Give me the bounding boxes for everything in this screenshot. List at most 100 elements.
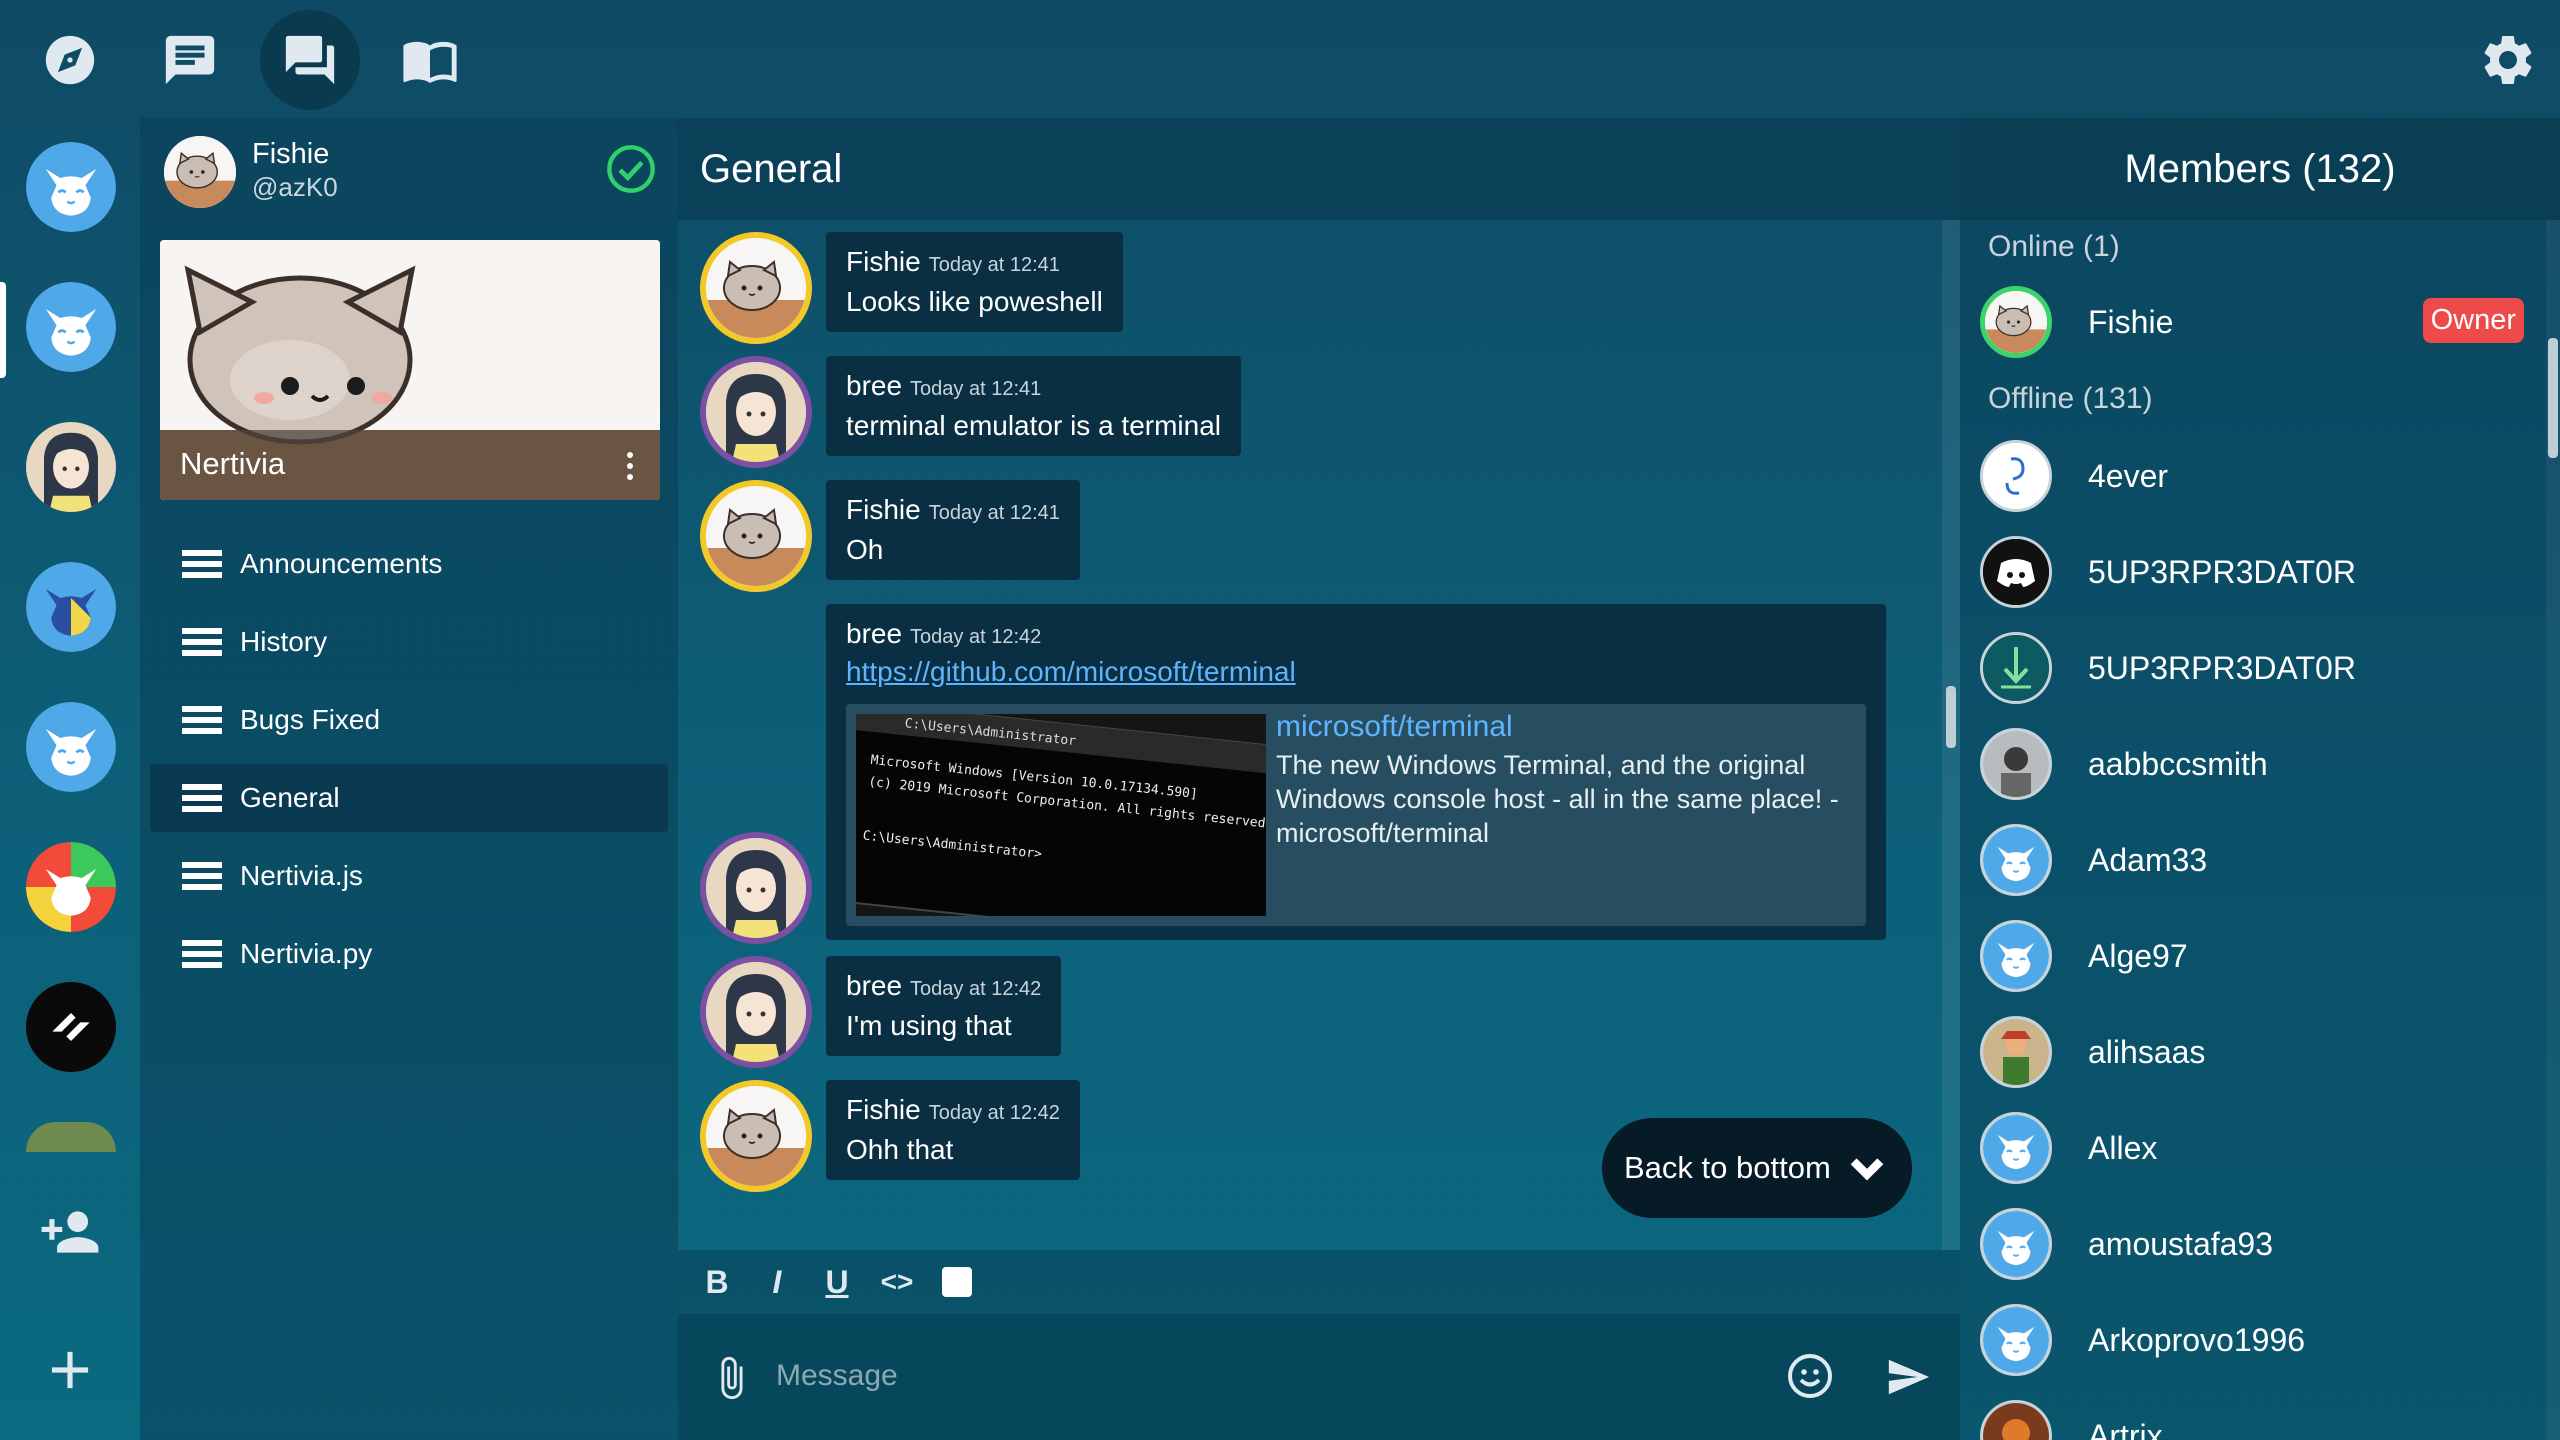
chat-header: General — [678, 118, 1960, 220]
avatar — [1980, 1112, 2052, 1184]
underline-button[interactable]: U — [818, 1263, 856, 1301]
nertivia-cat-icon — [1983, 1211, 2049, 1277]
message-author[interactable]: bree — [846, 970, 902, 1001]
servers-button[interactable] — [260, 10, 360, 110]
add-friend-button[interactable] — [30, 1192, 110, 1272]
explore-button[interactable] — [20, 10, 120, 110]
rainbow-cat-icon — [26, 842, 116, 932]
photo-avatar-icon — [1983, 731, 2049, 797]
changelog-button[interactable] — [380, 10, 480, 110]
formatting-toolbar: B I U <> — [678, 1250, 1960, 1314]
color-swatch-icon — [942, 1267, 972, 1297]
embed-title[interactable]: microsoft/terminal — [1276, 710, 1513, 744]
server-icon-nertivia[interactable] — [26, 282, 116, 372]
server-icon-5[interactable] — [26, 702, 116, 792]
message-text: Ohh that — [846, 1134, 954, 1165]
member-item[interactable]: Arkoprovo1996 — [1980, 1302, 2540, 1378]
message-input[interactable] — [776, 1336, 1616, 1416]
anime-girl-icon — [26, 422, 116, 512]
channel-list-icon — [182, 550, 222, 578]
message-author[interactable]: Fishie — [846, 246, 921, 277]
member-item[interactable]: alihsaas — [1980, 1014, 2540, 1090]
message-author[interactable]: Fishie — [846, 494, 921, 525]
avatar[interactable] — [700, 956, 812, 1068]
message-text: I'm using that — [846, 1010, 1012, 1041]
avatar[interactable] — [700, 356, 812, 468]
nertivia-cat-icon — [26, 142, 116, 232]
bold-button[interactable]: B — [698, 1263, 736, 1301]
member-item[interactable]: aabbccsmith — [1980, 726, 2540, 802]
channel-nertivia-py[interactable]: Nertivia.py — [150, 920, 668, 988]
settings-button[interactable] — [2472, 24, 2544, 96]
avatar[interactable] — [700, 480, 812, 592]
back-to-bottom-label: Back to bottom — [1624, 1150, 1831, 1185]
selected-server-indicator — [0, 282, 6, 378]
members-scroll-thumb[interactable] — [2548, 338, 2558, 458]
user-profile[interactable]: Fishie @azK0 — [140, 118, 678, 228]
add-friend-icon — [41, 1211, 99, 1253]
member-item[interactable]: Alge97 — [1980, 918, 2540, 994]
channel-history[interactable]: History — [150, 608, 668, 676]
server-icon-1[interactable] — [26, 142, 116, 232]
emoji-icon[interactable] — [1786, 1352, 1834, 1400]
avatar[interactable] — [700, 1080, 812, 1192]
server-icon-6[interactable] — [26, 842, 116, 932]
back-to-bottom-button[interactable]: Back to bottom — [1602, 1118, 1912, 1218]
more-options-icon[interactable] — [626, 450, 634, 482]
cat-avatar-icon — [1985, 291, 2047, 353]
message-text: terminal emulator is a terminal — [846, 410, 1222, 441]
italic-button[interactable]: I — [758, 1263, 796, 1301]
channel-label: History — [240, 626, 328, 657]
send-icon[interactable] — [1884, 1354, 1932, 1400]
channel-general[interactable]: General — [150, 764, 668, 832]
member-item[interactable]: 5UP3RPR3DAT0R — [1980, 534, 2540, 610]
avatar — [164, 136, 236, 208]
channel-list-icon — [182, 706, 222, 734]
server-icon-4[interactable] — [26, 562, 116, 652]
member-name: amoustafa93 — [2088, 1225, 2274, 1262]
message-time: Today at 12:41 — [910, 378, 1042, 400]
member-item[interactable]: 4ever — [1980, 438, 2540, 514]
channel-bugs-fixed[interactable]: Bugs Fixed — [150, 686, 668, 754]
channel-nertivia-js[interactable]: Nertivia.js — [150, 842, 668, 910]
message-bubble: bree Today at 12:42 https://github.com/mi… — [826, 604, 1886, 940]
chat-scrollbar[interactable] — [1942, 220, 1960, 1250]
online-status-icon[interactable] — [605, 143, 657, 195]
add-server-button[interactable] — [30, 1330, 110, 1410]
member-name: Alge97 — [2088, 937, 2188, 974]
message-list[interactable]: Fishie Today at 12:41 Looks like poweshel… — [678, 220, 1942, 1250]
message-time: Today at 12:41 — [928, 502, 1060, 524]
channel-announcements[interactable]: Announcements — [150, 530, 668, 598]
color-button[interactable] — [938, 1263, 976, 1301]
server-banner[interactable]: Nertivia — [160, 240, 660, 500]
message-time: Today at 12:42 — [910, 626, 1042, 648]
message-author[interactable]: bree — [846, 370, 902, 401]
channel-label: Nertivia.js — [240, 860, 363, 891]
member-item[interactable]: Adam33 — [1980, 822, 2540, 898]
channel-label: Announcements — [240, 548, 443, 579]
member-item[interactable]: Allex — [1980, 1110, 2540, 1186]
member-item[interactable]: 5UP3RPR3DAT0R — [1980, 630, 2540, 706]
message-author[interactable]: Fishie — [846, 1094, 921, 1125]
link-embed[interactable]: C:\Users\Administrator Microsoft Windows… — [846, 704, 1866, 926]
message-author[interactable]: bree — [846, 618, 902, 649]
top-navigation-bar — [0, 0, 2560, 118]
members-scrollbar[interactable] — [2546, 220, 2560, 1440]
server-icon-7[interactable] — [26, 982, 116, 1072]
paperclip-icon[interactable] — [708, 1350, 754, 1406]
member-item[interactable]: amoustafa93 — [1980, 1206, 2540, 1282]
message-link[interactable]: https://github.com/microsoft/terminal — [846, 656, 1866, 688]
member-item[interactable]: Fishie Owner — [1980, 284, 2540, 360]
server-icon-3[interactable] — [26, 422, 116, 512]
avatar[interactable] — [700, 232, 812, 344]
message-bubble: bree Today at 12:42 I'm using that — [826, 956, 1062, 1056]
channel-list-icon — [182, 628, 222, 656]
channel-label: Nertivia.py — [240, 938, 373, 969]
scroll-thumb[interactable] — [1946, 686, 1956, 748]
member-item[interactable]: Artrix — [1980, 1398, 2540, 1440]
direct-messages-button[interactable] — [140, 10, 240, 110]
avatar[interactable] — [700, 832, 812, 944]
avatar — [1980, 632, 2052, 704]
server-icon-8[interactable] — [26, 1122, 116, 1152]
code-button[interactable]: <> — [878, 1263, 916, 1301]
